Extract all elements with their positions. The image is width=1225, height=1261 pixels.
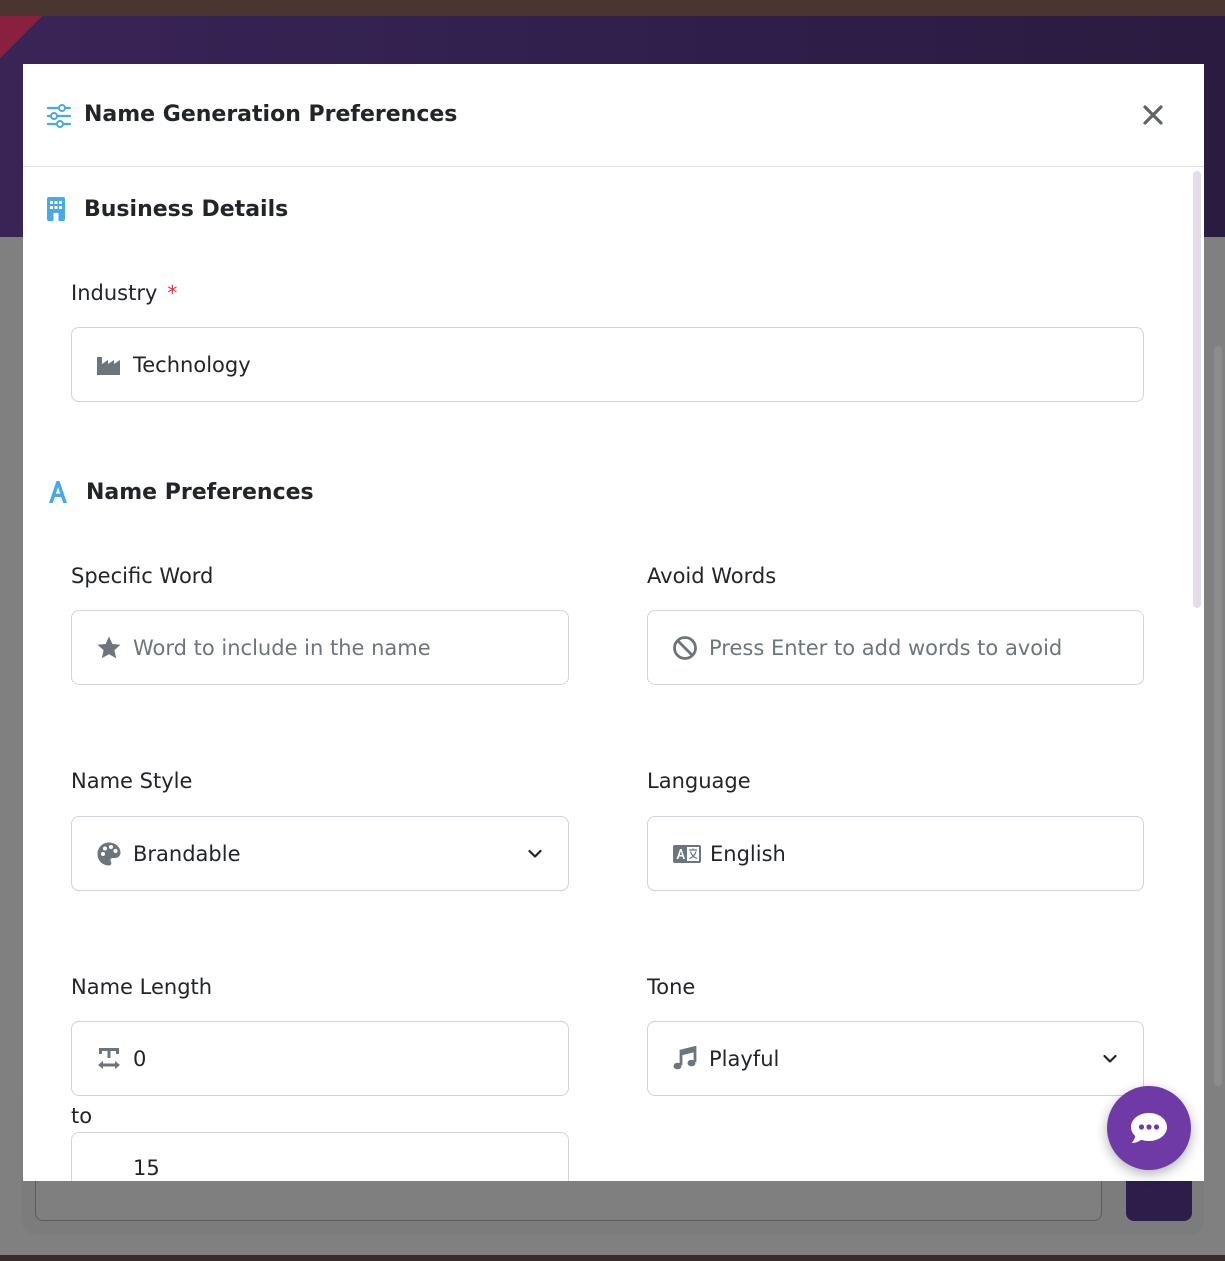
avoid-words-input[interactable]: Press Enter to add words to avoid [647,610,1144,685]
chevron-down-icon [1103,1051,1117,1065]
language-input[interactable]: English [647,816,1144,891]
name-preferences-header: Name Preferences [46,479,314,505]
modal-body: Business Details Industry * Technology Na… [23,167,1204,1181]
business-details-header: Business Details [46,196,288,222]
chat-button[interactable] [1107,1086,1191,1170]
industry-input[interactable]: Technology [71,327,1144,402]
tone-value: Playful [709,1046,780,1071]
business-details-title: Business Details [84,196,289,222]
background-scrollbar [1214,346,1222,1086]
modal-title: Name Generation Preferences [84,102,458,127]
background-top-bar [0,0,1225,16]
industry-icon [96,352,122,378]
music-icon [672,1045,698,1072]
sliders-icon [46,104,72,128]
specific-word-input[interactable]: Word to include in the name [71,610,569,685]
name-preferences-title: Name Preferences [86,479,314,505]
name-length-max-input[interactable]: 15 [71,1132,569,1181]
ban-icon [672,635,698,661]
name-length-min-input[interactable]: 0 [71,1021,569,1096]
font-icon [46,479,70,505]
name-length-label: Name Length [71,975,213,999]
name-length-max-value: 15 [133,1156,160,1180]
name-style-select[interactable]: Brandable [71,816,569,891]
required-mark: * [167,281,178,305]
language-value: English [710,841,786,866]
industry-value: Technology [133,352,251,377]
tone-label: Tone [647,975,696,999]
palette-icon [96,841,122,867]
language-label: Language [647,769,751,793]
name-length-to-label: to [71,1104,93,1128]
avoid-words-placeholder: Press Enter to add words to avoid [709,635,1063,660]
text-width-icon [96,1046,122,1072]
tone-select[interactable]: Playful [647,1021,1144,1096]
star-icon [96,635,122,661]
building-icon [46,196,68,222]
specific-word-placeholder: Word to include in the name [133,635,431,660]
avoid-words-label: Avoid Words [647,564,777,588]
preferences-modal: Name Generation Preferences Business Det… [23,64,1204,1181]
language-icon [672,841,702,867]
specific-word-label: Specific Word [71,564,214,588]
industry-label: Industry * [71,281,178,305]
modal-scrollbar-thumb[interactable] [1193,171,1201,608]
modal-header: Name Generation Preferences [23,64,1204,167]
background-footer [0,1255,1225,1261]
name-style-label: Name Style [71,769,193,793]
chevron-down-icon [528,846,542,860]
name-length-min-value: 0 [133,1046,147,1071]
close-icon[interactable] [1138,100,1168,130]
name-style-value: Brandable [133,841,241,866]
chat-bubble-icon [1129,1110,1169,1146]
